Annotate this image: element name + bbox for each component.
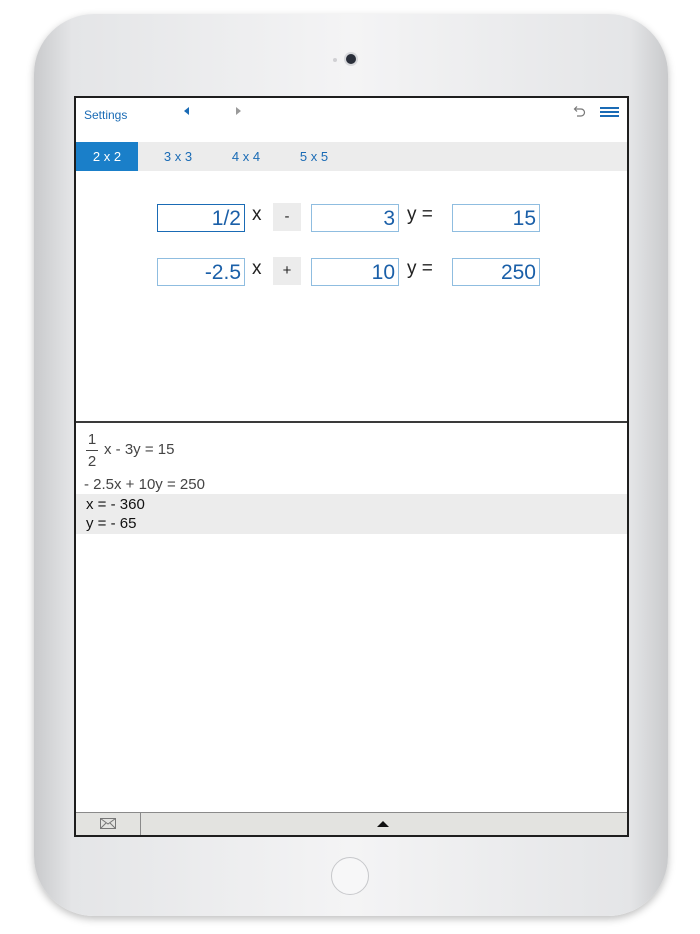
menu-icon[interactable] bbox=[600, 107, 619, 117]
camera bbox=[346, 54, 356, 64]
const-c1-input[interactable]: 15 bbox=[452, 204, 540, 232]
footer-separator bbox=[140, 813, 141, 835]
tab-2x2[interactable]: 2 x 2 bbox=[76, 142, 138, 171]
equation-1-text: x - 3y = 15 bbox=[104, 441, 175, 458]
chevron-left-icon[interactable] bbox=[184, 107, 189, 115]
coef-b2-input[interactable]: 10 bbox=[311, 258, 399, 286]
section-divider bbox=[76, 421, 627, 423]
sensor-dot bbox=[333, 58, 337, 62]
solution-x: x = - 360 bbox=[86, 496, 145, 513]
x-label: x bbox=[252, 204, 262, 225]
triangle-up-icon[interactable] bbox=[377, 821, 389, 827]
tab-3x3[interactable]: 3 x 3 bbox=[147, 142, 209, 171]
fraction-numerator: 1 bbox=[87, 431, 97, 448]
navbar: Settings bbox=[76, 98, 627, 140]
tab-4x4[interactable]: 4 x 4 bbox=[215, 142, 277, 171]
solution-y: y = - 65 bbox=[86, 515, 137, 532]
settings-button[interactable]: Settings bbox=[84, 108, 127, 122]
x-label: x bbox=[252, 258, 262, 279]
const-c2-input[interactable]: 250 bbox=[452, 258, 540, 286]
coef-a2-input[interactable]: -2.5 bbox=[157, 258, 245, 286]
footer-bar bbox=[76, 812, 627, 835]
matrix-size-tabs: 2 x 2 3 x 3 4 x 4 5 x 5 bbox=[76, 142, 627, 171]
y-label: y = bbox=[407, 258, 433, 279]
operator-button[interactable]: - bbox=[273, 203, 301, 231]
coef-b1-input[interactable]: 3 bbox=[311, 204, 399, 232]
fraction-denominator: 2 bbox=[87, 453, 97, 470]
home-button[interactable] bbox=[331, 857, 369, 895]
y-label: y = bbox=[407, 204, 433, 225]
equation-editor: 1/2 x - 3 y = 15 -2.5 x + 10 y = 250 bbox=[76, 171, 627, 421]
mail-icon[interactable] bbox=[100, 818, 116, 829]
equation-2-text: - 2.5x + 10y = 250 bbox=[84, 476, 205, 493]
undo-icon[interactable] bbox=[571, 104, 587, 120]
solution-block: x = - 360 y = - 65 bbox=[76, 494, 627, 534]
tab-5x5[interactable]: 5 x 5 bbox=[283, 142, 345, 171]
operator-button[interactable]: + bbox=[273, 257, 301, 285]
fraction: 1 2 bbox=[86, 431, 98, 470]
app-screen: Settings 2 x 2 3 x 3 4 x 4 5 x 5 1/2 x -… bbox=[74, 96, 629, 837]
chevron-right-icon[interactable] bbox=[236, 107, 241, 115]
coef-a1-input[interactable]: 1/2 bbox=[157, 204, 245, 232]
